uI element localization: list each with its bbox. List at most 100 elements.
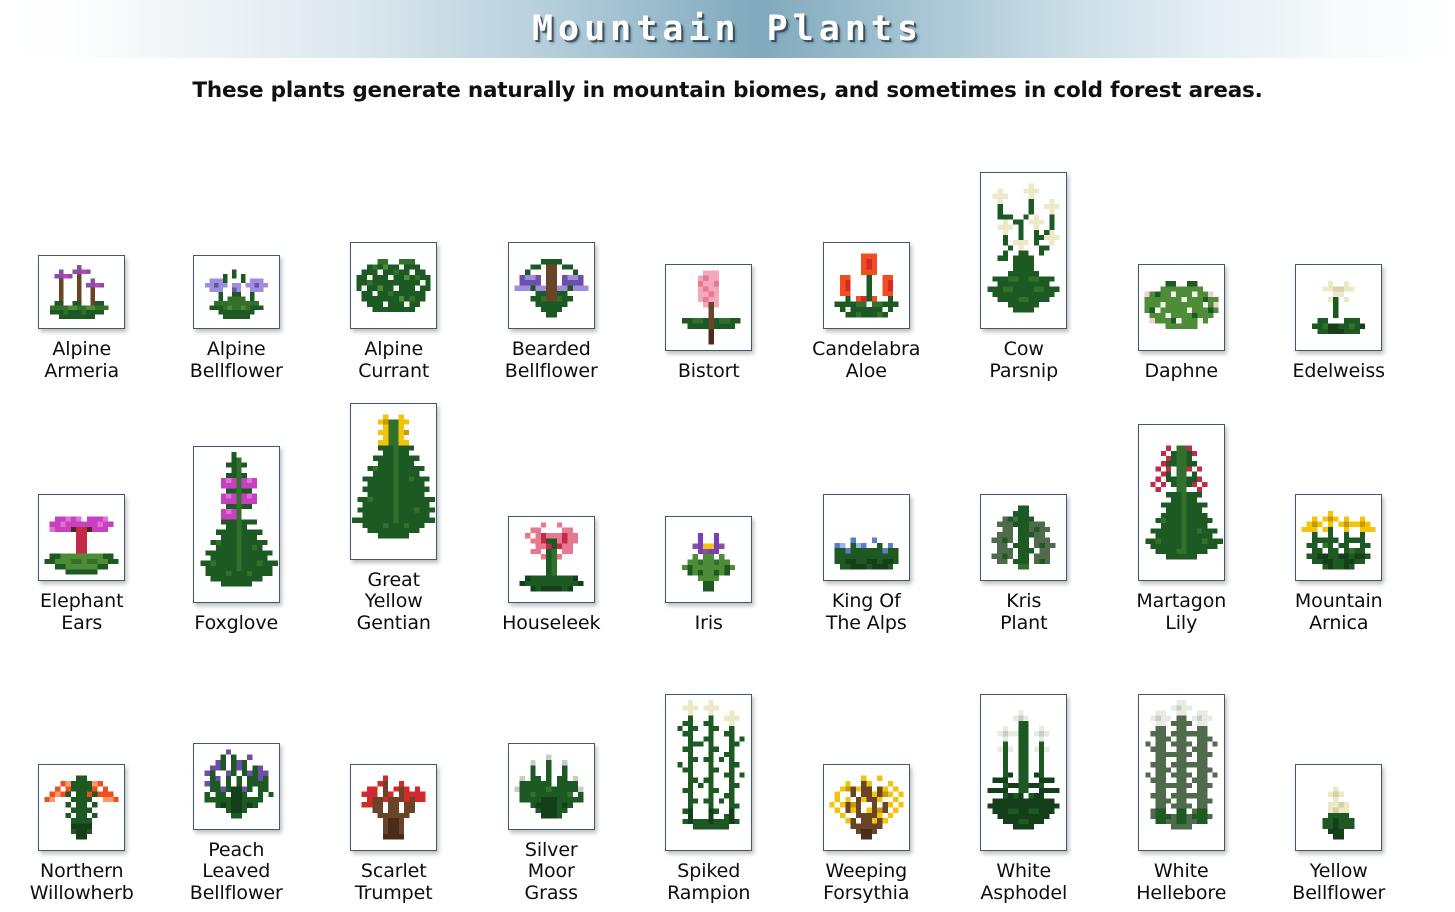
plant-icon-martagon-lily-icon[interactable]	[1137, 424, 1225, 581]
plant-cell-edelweiss[interactable]: Edelweiss	[1260, 136, 1418, 382]
plant-label-martagon-lily: Martagon Lily	[1136, 590, 1227, 634]
plant-label-alpine-bellflower: Alpine Bellflower	[189, 338, 283, 382]
plant-cell-alpine-currant[interactable]: Alpine Currant	[315, 136, 473, 382]
plant-cell-spiked-rampion[interactable]: Spiked Rampion	[630, 634, 788, 904]
plant-icon-elephant-ears-icon[interactable]	[38, 494, 126, 581]
plant-tile-wrap-bearded-bellflower	[507, 242, 595, 329]
plant-tile-wrap-candelabra-aloe	[822, 242, 910, 329]
plant-tile-wrap-kris-plant	[980, 494, 1068, 581]
plant-cell-yellow-bellflower[interactable]: Yellow Bellflower	[1260, 634, 1418, 904]
plant-cell-great-yellow-gentian[interactable]: Great Yellow Gentian	[315, 382, 473, 634]
plant-row-3: Northern Willowherb Peach Leaved Bellflow…	[0, 634, 1455, 904]
plant-tile-wrap-weeping-forsythia	[822, 764, 910, 851]
plant-icon-bearded-bellflower-icon[interactable]	[507, 242, 595, 329]
plant-tile-wrap-cow-parsnip	[980, 172, 1068, 329]
plant-cell-foxglove[interactable]: Foxglove	[158, 382, 316, 634]
plant-icon-silver-moor-grass-icon[interactable]	[507, 742, 595, 830]
plant-icon-white-asphodel-icon[interactable]	[980, 694, 1068, 851]
plant-label-cow-parsnip: Cow Parsnip	[989, 338, 1059, 382]
plant-cell-bearded-bellflower[interactable]: Bearded Bellflower	[473, 136, 631, 382]
plant-tile-wrap-northern-willowherb	[38, 764, 126, 851]
plant-icon-mountain-arnica-icon[interactable]	[1295, 494, 1383, 581]
plant-icon-candelabra-aloe-icon[interactable]	[822, 242, 910, 329]
plant-label-spiked-rampion: Spiked Rampion	[667, 860, 751, 904]
plant-icon-houseleek-icon[interactable]	[507, 515, 595, 603]
plant-row-1: Alpine Armeria Alpine Bellflower Alpine Cu…	[0, 136, 1455, 382]
plant-label-alpine-armeria: Alpine Armeria	[44, 338, 120, 382]
plant-icon-edelweiss-icon[interactable]	[1295, 263, 1383, 351]
plant-icon-alpine-bellflower-icon[interactable]	[192, 255, 280, 329]
plant-grid: Alpine Armeria Alpine Bellflower Alpine Cu…	[0, 136, 1455, 904]
plant-cell-scarlet-trumpet[interactable]: Scarlet Trumpet	[315, 634, 473, 904]
plant-tile-wrap-silver-moor-grass	[507, 742, 595, 830]
plant-tile-wrap-alpine-bellflower	[192, 255, 280, 329]
plant-cell-northern-willowherb[interactable]: Northern Willowherb	[0, 634, 158, 904]
plant-icon-daphne-icon[interactable]	[1137, 263, 1225, 351]
plant-label-houseleek: Houseleek	[502, 611, 601, 634]
plant-cell-daphne[interactable]: Daphne	[1103, 136, 1261, 382]
plant-tile-wrap-king-of-the-alps	[822, 494, 910, 581]
plant-cell-white-hellebore[interactable]: White Hellebore	[1103, 634, 1261, 904]
plant-tile-wrap-mountain-arnica	[1295, 494, 1383, 581]
plant-tile-wrap-yellow-bellflower	[1295, 764, 1383, 851]
plant-icon-northern-willowherb-icon[interactable]	[38, 764, 126, 851]
plant-label-peach-leaved-bellflower: Peach Leaved Bellflower	[189, 838, 283, 904]
plant-tile-wrap-alpine-armeria	[38, 255, 126, 329]
plant-label-elephant-ears: Elephant Ears	[40, 590, 124, 634]
plant-cell-houseleek[interactable]: Houseleek	[473, 382, 631, 634]
page-subtitle: These plants generate naturally in mount…	[192, 78, 1263, 103]
plant-label-white-hellebore: White Hellebore	[1136, 860, 1227, 904]
mountain-plants-page: Mountain Plants These plants generate na…	[0, 0, 1455, 912]
plant-tile-wrap-great-yellow-gentian	[350, 402, 438, 560]
plant-cell-weeping-forsythia[interactable]: Weeping Forsythia	[788, 634, 946, 904]
plant-tile-wrap-elephant-ears	[38, 494, 126, 581]
plant-tile-wrap-bistort	[665, 263, 753, 351]
plant-cell-elephant-ears[interactable]: Elephant Ears	[0, 382, 158, 634]
plant-label-mountain-arnica: Mountain Arnica	[1294, 590, 1383, 634]
plant-tile-wrap-scarlet-trumpet	[350, 764, 438, 851]
plant-label-alpine-currant: Alpine Currant	[358, 338, 430, 382]
plant-icon-cow-parsnip-icon[interactable]	[980, 172, 1068, 329]
plant-label-white-asphodel: White Asphodel	[980, 860, 1068, 904]
plant-icon-iris-icon[interactable]	[665, 515, 753, 603]
plant-label-bistort: Bistort	[677, 359, 740, 382]
plant-label-king-of-the-alps: King Of The Alps	[825, 590, 907, 634]
plant-tile-wrap-spiked-rampion	[665, 694, 753, 851]
plant-icon-kris-plant-icon[interactable]	[980, 494, 1068, 581]
plant-label-iris: Iris	[694, 611, 723, 634]
plant-tile-wrap-white-hellebore	[1137, 694, 1225, 851]
plant-row-2: Elephant Ears Foxglove Great Yellow Gentia…	[0, 382, 1455, 634]
plant-cell-peach-leaved-bellflower[interactable]: Peach Leaved Bellflower	[158, 634, 316, 904]
plant-label-candelabra-aloe: Candelabra Aloe	[812, 338, 921, 382]
plant-icon-great-yellow-gentian-icon[interactable]	[350, 402, 438, 560]
plant-cell-cow-parsnip[interactable]: Cow Parsnip	[945, 136, 1103, 382]
plant-icon-yellow-bellflower-icon[interactable]	[1295, 764, 1383, 851]
plant-icon-weeping-forsythia-icon[interactable]	[822, 764, 910, 851]
plant-cell-kris-plant[interactable]: Kris Plant	[945, 382, 1103, 634]
plant-label-daphne: Daphne	[1144, 359, 1218, 382]
plant-cell-white-asphodel[interactable]: White Asphodel	[945, 634, 1103, 904]
plant-cell-alpine-bellflower[interactable]: Alpine Bellflower	[158, 136, 316, 382]
plant-cell-king-of-the-alps[interactable]: King Of The Alps	[788, 382, 946, 634]
plant-label-bearded-bellflower: Bearded Bellflower	[504, 338, 598, 382]
plant-icon-peach-leaved-bellflower-icon[interactable]	[192, 742, 280, 830]
plant-cell-martagon-lily[interactable]: Martagon Lily	[1103, 382, 1261, 634]
plant-label-edelweiss: Edelweiss	[1292, 359, 1386, 382]
plant-label-weeping-forsythia: Weeping Forsythia	[823, 860, 910, 904]
plant-cell-bistort[interactable]: Bistort	[630, 136, 788, 382]
plant-tile-wrap-edelweiss	[1295, 263, 1383, 351]
plant-tile-wrap-martagon-lily	[1137, 424, 1225, 581]
plant-cell-mountain-arnica[interactable]: Mountain Arnica	[1260, 382, 1418, 634]
plant-cell-alpine-armeria[interactable]: Alpine Armeria	[0, 136, 158, 382]
plant-icon-white-hellebore-icon[interactable]	[1137, 694, 1225, 851]
plant-icon-king-of-the-alps-icon[interactable]	[822, 494, 910, 581]
plant-icon-bistort-icon[interactable]	[665, 263, 753, 351]
plant-cell-iris[interactable]: Iris	[630, 382, 788, 634]
plant-icon-scarlet-trumpet-icon[interactable]	[350, 764, 438, 851]
plant-cell-candelabra-aloe[interactable]: Candelabra Aloe	[788, 136, 946, 382]
plant-icon-foxglove-icon[interactable]	[192, 445, 280, 603]
plant-cell-silver-moor-grass[interactable]: Silver Moor Grass	[473, 634, 631, 904]
plant-icon-alpine-armeria-icon[interactable]	[38, 255, 126, 329]
plant-icon-spiked-rampion-icon[interactable]	[665, 694, 753, 851]
plant-icon-alpine-currant-icon[interactable]	[350, 242, 438, 329]
